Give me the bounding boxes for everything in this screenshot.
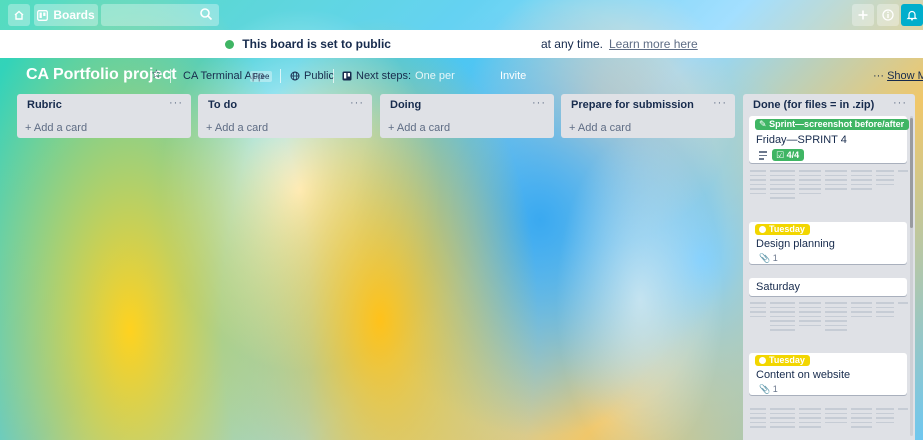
show-menu-label: Show Me (887, 70, 923, 82)
card-title: Design planning (756, 238, 835, 250)
paperclip-icon: 📎 (759, 253, 771, 263)
card-title: Friday—SPRINT 4 (756, 134, 847, 146)
notifications-button[interactable] (901, 4, 923, 26)
list-title[interactable]: Done (for files = in .zip) (753, 99, 874, 111)
boards-label: Boards (53, 8, 95, 22)
search-icon (200, 8, 213, 21)
list-done: Done (for files = in .zip) ··· ✎ Sprint—… (743, 94, 915, 440)
header-divider (170, 69, 171, 83)
attachment-count: 1 (772, 253, 778, 263)
card-label: Tuesday (755, 355, 810, 366)
public-board-banner: This board is set to public at any time.… (0, 30, 923, 58)
banner-text-start: This board is set to public (242, 37, 391, 51)
card-label: ✎ Sprint—screenshot before/after (755, 119, 910, 130)
checklist-badge: ☑ 4/4 (772, 149, 805, 161)
list-to-do: To do ··· + Add a card (198, 94, 372, 138)
list-rubric: Rubric ··· + Add a card (17, 94, 191, 138)
trello-icon (342, 71, 352, 81)
list-menu-icon[interactable]: ··· (169, 97, 183, 109)
learn-more-link[interactable]: Learn more here (609, 37, 698, 51)
checklist-count: 4/4 (786, 150, 800, 160)
plus-icon (858, 10, 868, 20)
list-doing: Doing ··· + Add a card (380, 94, 554, 138)
label-text: Tuesday (769, 224, 805, 234)
edit-icon: ✎ (759, 119, 767, 129)
card-saturday[interactable]: Saturday (749, 278, 907, 296)
add-card-button[interactable]: + Add a card (569, 122, 631, 134)
search-input[interactable] (101, 4, 219, 26)
list-title[interactable]: Doing (390, 99, 421, 111)
boards-icon (37, 9, 49, 21)
card-cover-table (750, 408, 908, 440)
add-card-button[interactable]: + Add a card (206, 122, 268, 134)
add-card-button[interactable]: + Add a card (25, 122, 87, 134)
list-title[interactable]: To do (208, 99, 237, 111)
bell-icon (906, 10, 918, 21)
show-menu-button[interactable]: ··· Show Me (873, 70, 923, 82)
card-design-planning[interactable]: Tuesday Design planning 📎 1 (749, 222, 907, 264)
list-title[interactable]: Rubric (27, 99, 62, 111)
board-header: CA Portfolio project ☆ CA Terminal App F… (0, 64, 923, 88)
list-title[interactable]: Prepare for submission (571, 99, 694, 111)
description-icon (759, 151, 767, 162)
attachment-badge: 📎 1 (759, 384, 778, 395)
create-button[interactable] (852, 4, 874, 26)
next-steps-label: Next steps: (356, 70, 412, 82)
globe-icon (290, 71, 300, 81)
banner-text-end: at any time. (540, 37, 603, 51)
more-icon: ··· (873, 70, 884, 82)
next-steps-value: One per (415, 70, 455, 82)
label-text: Tuesday (769, 355, 805, 365)
next-steps[interactable]: Next steps: One per (342, 70, 455, 82)
card-title: Content on website (756, 369, 851, 381)
list-prepare-for-submission: Prepare for submission ··· + Add a card (561, 94, 735, 138)
info-button[interactable] (877, 4, 899, 26)
card-friday-sprint-4[interactable]: ✎ Sprint—screenshot before/after Friday—… (749, 116, 910, 163)
star-icon[interactable]: ☆ (151, 67, 162, 81)
info-icon (882, 9, 894, 21)
home-icon (14, 10, 24, 20)
card-cover-table (750, 170, 908, 222)
home-button[interactable] (8, 4, 30, 26)
list-menu-icon[interactable]: ··· (713, 97, 727, 109)
list-menu-icon[interactable]: ··· (893, 97, 907, 109)
card-cover-table (750, 302, 908, 354)
scrollbar-thumb[interactable] (910, 118, 913, 228)
boards-button[interactable]: Boards (34, 4, 98, 26)
attachment-count: 1 (772, 384, 778, 394)
paperclip-icon: 📎 (759, 384, 771, 394)
header-divider (333, 69, 334, 83)
label-text: Sprint—screenshot before/after (769, 119, 905, 129)
card-title: Saturday (756, 281, 801, 293)
attachment-badge: 📎 1 (759, 253, 778, 264)
card-label: Tuesday (755, 224, 810, 235)
checkbox-icon: ☑ (776, 150, 785, 160)
list-menu-icon[interactable]: ··· (532, 97, 546, 109)
add-card-button[interactable]: + Add a card (388, 122, 450, 134)
sun-icon (759, 357, 766, 364)
list-menu-icon[interactable]: ··· (350, 97, 364, 109)
globe-icon (225, 39, 235, 49)
visibility-button[interactable]: Public (290, 70, 334, 82)
top-navigation: Boards (0, 0, 923, 30)
visibility-label: Public (304, 70, 334, 82)
invite-button[interactable]: Invite (500, 70, 526, 82)
header-divider (280, 69, 281, 83)
sun-icon (759, 226, 766, 233)
team-badge: Free (250, 71, 273, 82)
card-content-on-website[interactable]: Tuesday Content on website 📎 1 (749, 353, 907, 395)
